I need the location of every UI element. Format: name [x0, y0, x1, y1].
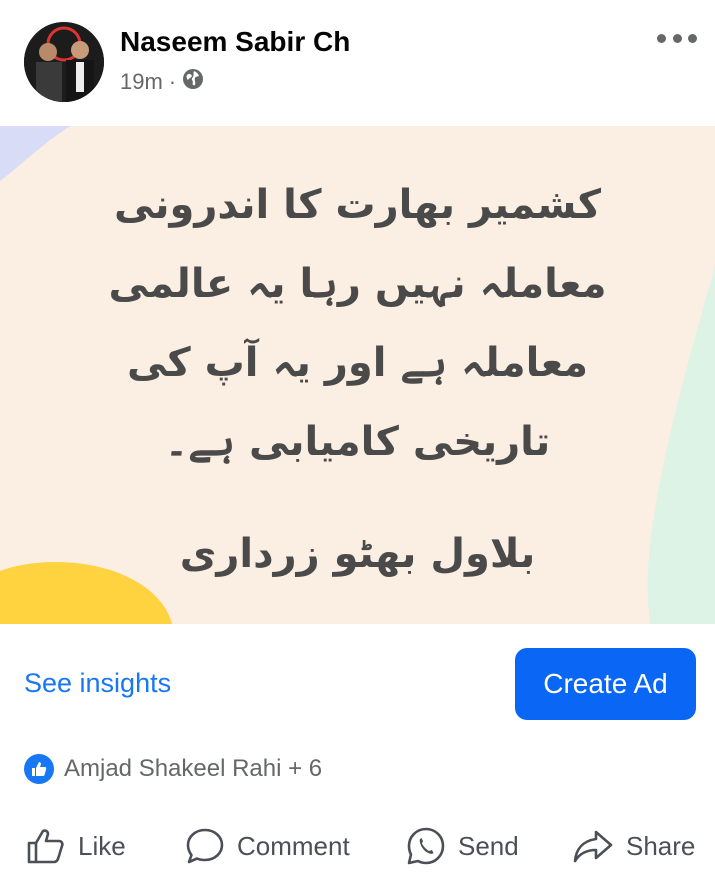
reactions-text: Amjad Shakeel Rahi + 6 [64, 755, 323, 782]
post-meta: 19m · [120, 68, 204, 96]
post-time[interactable]: 19m [120, 69, 163, 95]
share-button[interactable]: Share [572, 818, 695, 874]
author-avatar[interactable] [24, 22, 104, 102]
send-button[interactable]: Send [406, 818, 519, 874]
globe-icon [182, 68, 204, 96]
post-content: کشمیر بھارت کا اندرونی معاملہ نہیں رہا ی… [0, 126, 715, 624]
comment-button[interactable]: Comment [185, 818, 350, 874]
create-ad-button[interactable]: Create Ad [515, 648, 696, 720]
post-text: کشمیر بھارت کا اندرونی معاملہ نہیں رہا ی… [0, 166, 715, 482]
comment-icon [186, 828, 224, 864]
post-signature: بلاول بھٹو زرداری [179, 531, 536, 577]
like-icon [27, 829, 64, 864]
post-text-line: معاملہ نہیں رہا یہ عالمی [108, 261, 607, 307]
reactions-summary[interactable]: Amjad Shakeel Rahi + 6 [24, 754, 322, 784]
action-bar: Like Comment Send Share [0, 818, 715, 874]
post-header: Naseem Sabir Ch 19m · [0, 0, 715, 126]
author-name[interactable]: Naseem Sabir Ch [120, 26, 350, 58]
like-reaction-icon [24, 754, 54, 784]
like-label: Like [78, 830, 126, 861]
more-dots-icon[interactable] [657, 34, 697, 46]
share-icon [573, 830, 613, 863]
post-text-line: معاملہ ہے اور یہ آپ کی [126, 340, 589, 386]
send-icon [407, 827, 445, 865]
post-text-line: کشمیر بھارت کا اندرونی [114, 182, 601, 228]
see-insights-link[interactable]: See insights [24, 668, 171, 699]
share-label: Share [626, 830, 696, 861]
comment-label: Comment [237, 830, 350, 861]
send-label: Send [458, 830, 519, 861]
meta-separator: · [168, 69, 177, 94]
like-button[interactable]: Like [26, 818, 126, 874]
post-text-line: تاریخی کامیابی ہے۔ [164, 419, 551, 465]
